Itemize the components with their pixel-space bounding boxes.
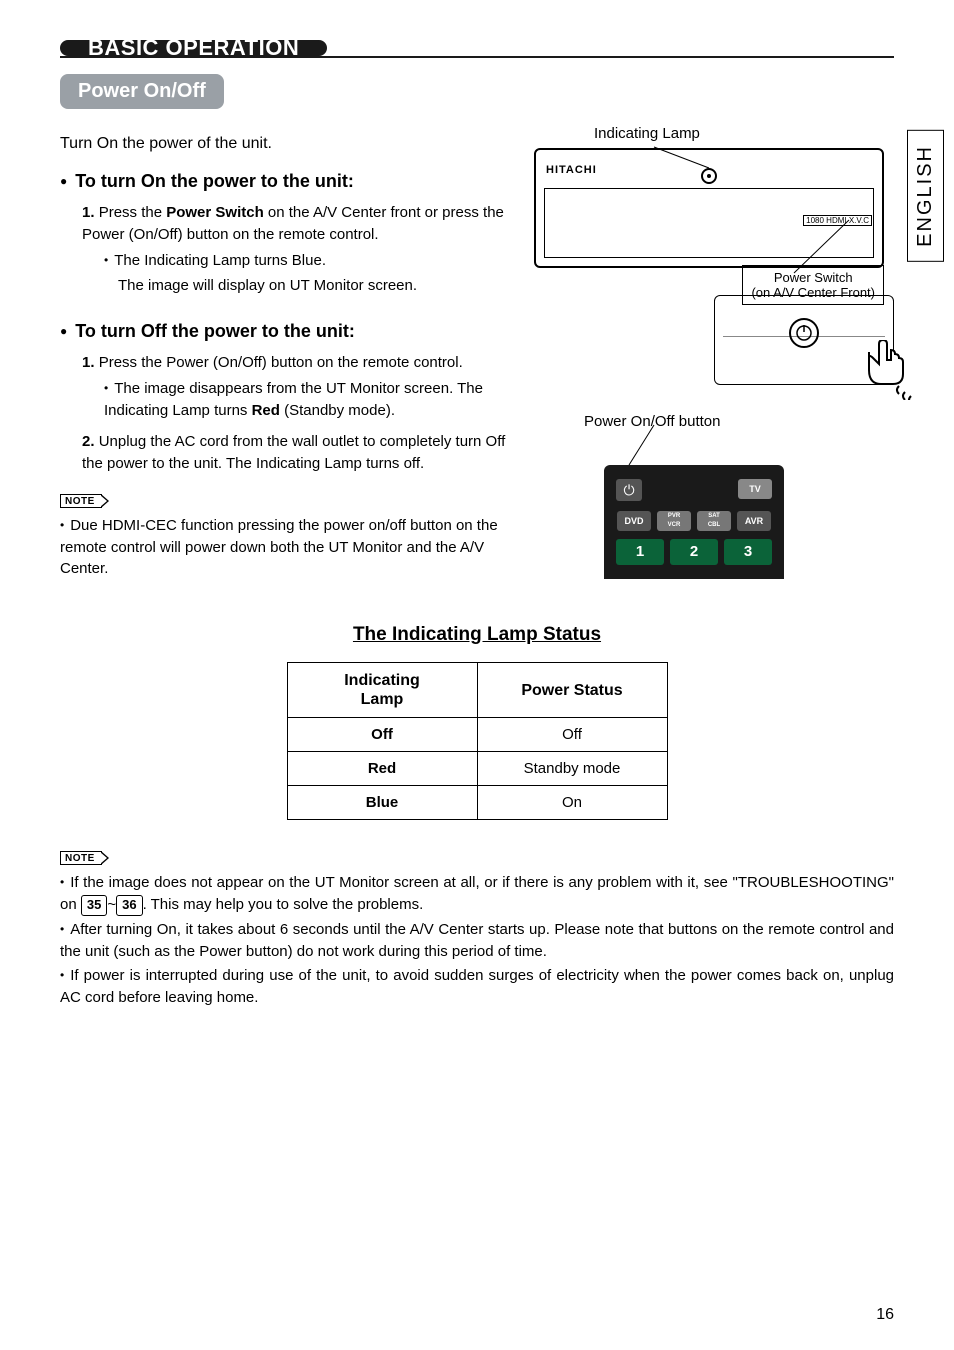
indicating-lamp-icon — [701, 168, 717, 184]
page-ref-36: 36 — [116, 895, 142, 916]
section-header: BASIC OPERATION — [60, 40, 894, 58]
remote-pvr-button: PVR VCR — [657, 511, 691, 531]
indicating-lamp-label: Indicating Lamp — [594, 125, 894, 142]
sub-bullet: •The image disappears from the UT Monito… — [104, 378, 522, 422]
note-body: •Due HDMI-CEC function pressing the powe… — [60, 515, 522, 580]
remote-num-3: 3 — [724, 539, 772, 565]
remote-tv-button: TV — [738, 479, 772, 499]
av-center-illustration — [714, 295, 894, 385]
page-ref-35: 35 — [81, 895, 107, 916]
power-switch-icon — [789, 318, 819, 348]
remote-sat-button: SAT CBL — [697, 511, 731, 531]
brand-label: HITACHI — [546, 164, 597, 176]
note-label: NOTE — [60, 851, 102, 865]
table-header-lamp: IndicatingLamp — [287, 663, 477, 718]
monitor-badge: 1080 HDMI X.V.C — [803, 215, 872, 226]
table-row: Blue On — [287, 786, 667, 820]
lamp-status-table: IndicatingLamp Power Status Off Off Red … — [287, 662, 668, 820]
step-number: 1. — [82, 204, 95, 221]
turn-off-heading: To turn Off the power to the unit: — [60, 321, 522, 342]
remote-avr-button: AVR — [737, 511, 771, 531]
table-row: Red Standby mode — [287, 752, 667, 786]
step-text: Unplug the AC cord from the wall outlet … — [82, 433, 505, 472]
step-text: Press the Power (On/Off) button on the r… — [99, 354, 463, 371]
step-text: Press the — [99, 204, 167, 221]
power-onoff-label: Power On/Off button — [584, 413, 720, 430]
intro-text: Turn On the power of the unit. — [60, 135, 522, 153]
table-header-status: Power Status — [477, 663, 667, 718]
note-body: •If the image does not appear on the UT … — [60, 872, 894, 1009]
remote-illustration: ⏻ TV DVD PVR VCR SAT CBL AVR 1 2 3 — [604, 465, 784, 579]
remote-power-button: ⏻ — [616, 479, 642, 501]
language-tab: ENGLISH — [907, 130, 944, 262]
remote-num-2: 2 — [670, 539, 718, 565]
turn-on-heading: To turn On the power to the unit: — [60, 171, 522, 192]
turn-off-step-1: 1. Press the Power (On/Off) button on th… — [82, 352, 522, 421]
diagram-area: Indicating Lamp HITACHI 1080 HDMI X.V.C … — [534, 125, 894, 276]
step-number: 1. — [82, 354, 95, 371]
lamp-table-title: The Indicating Lamp Status — [60, 624, 894, 646]
section-title: BASIC OPERATION — [60, 40, 327, 56]
remote-dvd-button: DVD — [617, 511, 651, 531]
step-text-bold: Power Switch — [166, 204, 264, 221]
page-number: 16 — [876, 1306, 894, 1324]
sub-bullet: The image will display on UT Monitor scr… — [118, 275, 522, 297]
turn-off-step-2: 2. Unplug the AC cord from the wall outl… — [82, 431, 522, 475]
step-number: 2. — [82, 433, 95, 450]
monitor-illustration: HITACHI 1080 HDMI X.V.C — [534, 148, 884, 268]
note-label: NOTE — [60, 494, 102, 508]
turn-on-step-1: 1. Press the Power Switch on the A/V Cen… — [82, 202, 522, 297]
table-row: Off Off — [287, 718, 667, 752]
sub-bullet: •The Indicating Lamp turns Blue. — [104, 250, 522, 272]
hand-pointer-icon — [849, 340, 919, 400]
remote-num-1: 1 — [616, 539, 664, 565]
subsection-title: Power On/Off — [60, 74, 224, 109]
